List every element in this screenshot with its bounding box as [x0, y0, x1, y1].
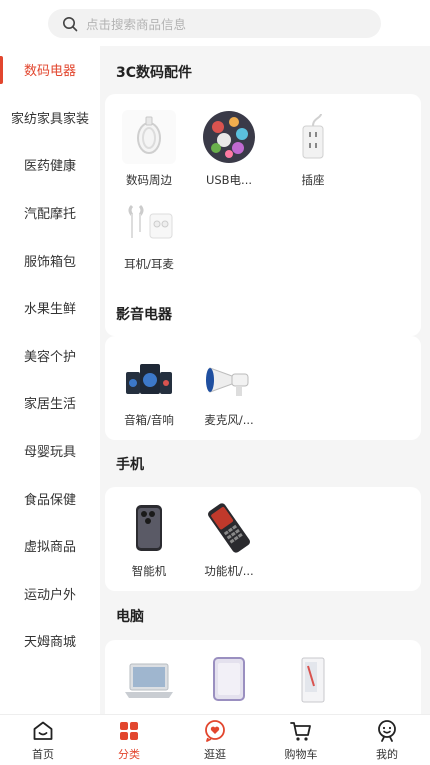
search-bar[interactable]: 点击搜索商品信息	[48, 9, 381, 38]
earphones-icon	[122, 194, 176, 248]
section-card-phones: 智能机 功能机/...	[105, 487, 421, 591]
search-icon	[60, 14, 80, 34]
category-item-label: 音箱/音响	[124, 413, 174, 427]
category-item-smartphone[interactable]: 智能机	[117, 501, 181, 579]
heart-bubble-icon	[203, 719, 227, 743]
category-item-label: 数码周边	[126, 173, 172, 187]
category-sidebar: 数码电器 家纺家具家装 医药健康 汽配摩托 服饰箱包 水果生鲜 美容个护 家居生…	[0, 46, 100, 714]
tablet-icon	[202, 654, 256, 708]
tab-label: 逛逛	[204, 748, 226, 761]
sidebar-item-home-living[interactable]: 家居生活	[0, 379, 100, 427]
sidebar-item-baby-toys[interactable]: 母婴玩具	[0, 427, 100, 475]
tab-label: 购物车	[284, 748, 318, 761]
tab-label: 我的	[376, 748, 398, 761]
feature-phone-icon	[202, 501, 256, 555]
sidebar-item-digital[interactable]: 数码电器	[0, 46, 100, 94]
smartphone-icon	[122, 501, 176, 555]
sidebar-item-virtual[interactable]: 虚拟商品	[0, 522, 100, 570]
cart-icon	[289, 719, 313, 743]
category-item-label: 麦克风/...	[204, 413, 254, 427]
desktop-tower-icon	[286, 654, 340, 708]
category-item-label: USB电...	[205, 173, 253, 187]
tab-browse[interactable]: 逛逛	[172, 715, 258, 765]
power-strip-icon	[286, 110, 340, 164]
profile-icon	[375, 719, 399, 743]
section-title-audio: 影音电器	[116, 307, 172, 323]
laptop-icon	[122, 654, 176, 708]
sidebar-item-fresh[interactable]: 水果生鲜	[0, 284, 100, 332]
sidebar-item-tmall[interactable]: 天姆商城	[0, 617, 100, 665]
sidebar-item-home-textiles[interactable]: 家纺家具家装	[0, 94, 100, 142]
category-item-feature-phone[interactable]: 功能机/...	[197, 501, 261, 579]
category-item-microphone[interactable]: 麦克风/...	[197, 350, 261, 428]
section-title-computers: 电脑	[116, 609, 144, 625]
tab-category[interactable]: 分类	[86, 715, 172, 765]
category-content: 3C数码配件 数码周边 USB电... 插座 耳机/耳麦 影音电器 音箱/音响 …	[100, 46, 430, 714]
category-item-label: 功能机/...	[204, 564, 254, 578]
cable-icon	[122, 110, 176, 164]
sticker-ball-icon	[202, 110, 256, 164]
section-card-computers	[105, 640, 421, 714]
tab-profile[interactable]: 我的	[344, 715, 430, 765]
sidebar-item-sports[interactable]: 运动户外	[0, 570, 100, 618]
section-title-phones: 手机	[116, 457, 144, 473]
top-bar: 点击搜索商品信息	[0, 0, 430, 46]
category-icon	[117, 719, 141, 743]
sidebar-item-medicine[interactable]: 医药健康	[0, 141, 100, 189]
category-item-usb[interactable]: USB电...	[197, 110, 261, 188]
sidebar-item-beauty[interactable]: 美容个护	[0, 332, 100, 380]
category-item-tablet[interactable]	[197, 654, 261, 714]
bottom-tab-bar: 首页 分类 逛逛 购物车 我的	[0, 714, 430, 765]
tab-cart[interactable]: 购物车	[258, 715, 344, 765]
category-item-laptop[interactable]	[117, 654, 181, 714]
category-item-speakers[interactable]: 音箱/音响	[117, 350, 181, 428]
tab-label: 分类	[118, 748, 140, 761]
category-item-label: 插座	[301, 173, 325, 187]
home-icon	[31, 719, 55, 743]
megaphone-icon	[202, 350, 256, 404]
category-item-earphones[interactable]: 耳机/耳麦	[117, 194, 181, 272]
sidebar-item-apparel[interactable]: 服饰箱包	[0, 236, 100, 284]
category-item-label: 智能机	[131, 564, 167, 578]
tab-label: 首页	[32, 748, 54, 761]
tab-home[interactable]: 首页	[0, 715, 86, 765]
sidebar-item-auto[interactable]: 汽配摩托	[0, 189, 100, 237]
search-placeholder: 点击搜索商品信息	[86, 17, 187, 32]
section-title-3c: 3C数码配件	[116, 65, 193, 81]
sidebar-item-food[interactable]: 食品保健	[0, 474, 100, 522]
category-item-desktop[interactable]	[281, 654, 345, 714]
category-item-socket[interactable]: 插座	[281, 110, 345, 188]
section-card-audio: 音箱/音响 麦克风/...	[105, 336, 421, 440]
speaker-set-icon	[122, 350, 176, 404]
category-item-digital-accessories[interactable]: 数码周边	[117, 110, 181, 188]
category-item-label: 耳机/耳麦	[124, 257, 174, 271]
section-card-3c: 数码周边 USB电... 插座 耳机/耳麦	[105, 94, 421, 336]
